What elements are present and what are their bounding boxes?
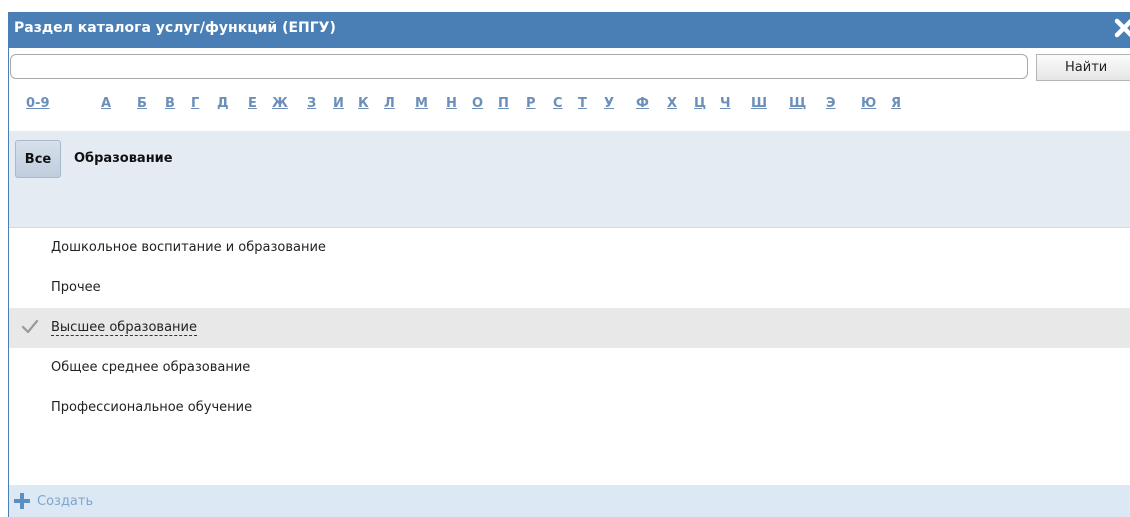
letter-link[interactable]: Р <box>526 96 536 111</box>
letter-link[interactable]: В <box>165 96 175 111</box>
checkmark-icon <box>21 319 39 334</box>
category-list: Дошкольное воспитание и образование Проч… <box>9 228 1130 428</box>
letter-link[interactable]: Ш <box>751 96 767 111</box>
letter-link[interactable]: Е <box>248 96 257 111</box>
current-section-label[interactable]: Образование <box>74 151 173 166</box>
dialog-titlebar: Раздел каталога услуг/функций (ЕПГУ) <box>9 12 1130 48</box>
all-button[interactable]: Все <box>15 140 61 178</box>
list-item-selected[interactable]: Высшее образование <box>9 308 1130 348</box>
search-button[interactable]: Найти <box>1036 54 1130 81</box>
plus-icon <box>14 493 30 509</box>
letter-link[interactable]: Х <box>667 96 677 111</box>
list-item[interactable]: Прочее <box>9 268 1130 308</box>
create-label: Создать <box>37 493 94 509</box>
letter-link[interactable]: М <box>415 96 428 111</box>
letter-link[interactable]: Ф <box>636 96 649 111</box>
dialog-footer: Создать <box>9 485 1130 517</box>
letter-link[interactable]: Д <box>217 96 229 111</box>
list-item-label: Профессиональное обучение <box>51 400 253 415</box>
letter-link[interactable]: Ц <box>694 96 706 111</box>
list-item-label: Дошкольное воспитание и образование <box>51 240 326 255</box>
letter-link[interactable]: З <box>307 96 316 111</box>
alphabet-filter: 0-9 А Б В Г Д Е Ж З И К Л М Н О П Р С Т … <box>9 92 1130 118</box>
letter-link[interactable]: П <box>498 96 509 111</box>
letter-link[interactable]: Я <box>891 96 901 111</box>
list-item[interactable]: Профессиональное обучение <box>9 388 1130 428</box>
letter-link[interactable]: Э <box>826 96 836 111</box>
list-item[interactable]: Общее среднее образование <box>9 348 1130 388</box>
letter-link[interactable]: Ч <box>720 96 731 111</box>
catalog-dialog: Раздел каталога услуг/функций (ЕПГУ) Най… <box>8 12 1130 517</box>
filter-bar: Все Образование <box>9 131 1130 228</box>
list-item-label: Высшее образование <box>51 320 197 336</box>
list-item[interactable]: Дошкольное воспитание и образование <box>9 228 1130 268</box>
letter-link[interactable]: К <box>358 96 369 111</box>
letter-link[interactable]: С <box>553 96 563 111</box>
close-icon[interactable] <box>1113 17 1130 39</box>
letter-link[interactable]: Н <box>446 96 457 111</box>
letter-link[interactable]: Т <box>578 96 587 111</box>
letter-link[interactable]: 0-9 <box>26 96 50 111</box>
letter-link[interactable]: Г <box>191 96 199 111</box>
search-input[interactable] <box>10 54 1028 79</box>
letter-link[interactable]: Щ <box>789 96 806 111</box>
search-row: Найти <box>9 54 1130 82</box>
letter-link[interactable]: Б <box>137 96 147 111</box>
list-item-label: Прочее <box>51 280 101 295</box>
letter-link[interactable]: Ж <box>272 96 288 111</box>
dialog-title: Раздел каталога услуг/функций (ЕПГУ) <box>14 20 336 36</box>
create-button[interactable]: Создать <box>13 491 93 511</box>
list-item-label: Общее среднее образование <box>51 360 251 375</box>
letter-link[interactable]: А <box>101 96 111 111</box>
letter-link[interactable]: У <box>604 96 614 111</box>
letter-link[interactable]: Ю <box>861 96 876 111</box>
letter-link[interactable]: О <box>472 96 483 111</box>
letter-link[interactable]: И <box>333 96 344 111</box>
letter-link[interactable]: Л <box>384 96 395 111</box>
